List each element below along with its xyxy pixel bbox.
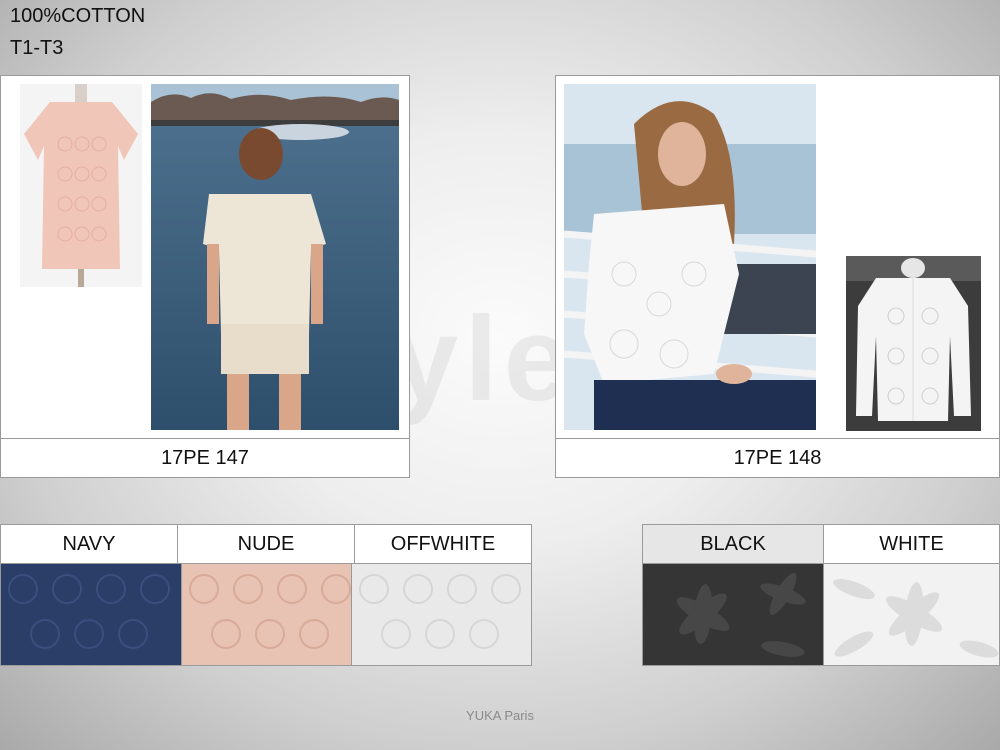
color-name-offwhite: OFFWHITE [354, 524, 532, 564]
product-1-model-photo [151, 84, 399, 430]
size-range-label: T1-T3 [10, 37, 64, 59]
composition-label: 100%COTTON [10, 5, 146, 27]
product-2-model-photo [564, 84, 816, 430]
product-1-code: 17PE 147 [0, 438, 410, 478]
color-name-navy: NAVY [0, 524, 178, 564]
product-panel-1 [0, 75, 410, 439]
swatch-offwhite [351, 563, 532, 666]
product-2-mannequin-photo [846, 256, 981, 431]
product-2-code: 17PE 148 [555, 438, 1000, 478]
swatch-nude [181, 563, 352, 666]
color-name-nude: NUDE [177, 524, 355, 564]
swatch-black [642, 563, 824, 666]
product-1-mannequin-photo [20, 84, 142, 287]
color-name-white: WHITE [823, 524, 1000, 564]
product-panel-2 [555, 75, 1000, 439]
footer-brand: YUKA Paris [466, 708, 534, 723]
swatch-navy [0, 563, 182, 666]
color-name-black: BLACK [642, 524, 824, 564]
swatch-white [823, 563, 1000, 666]
